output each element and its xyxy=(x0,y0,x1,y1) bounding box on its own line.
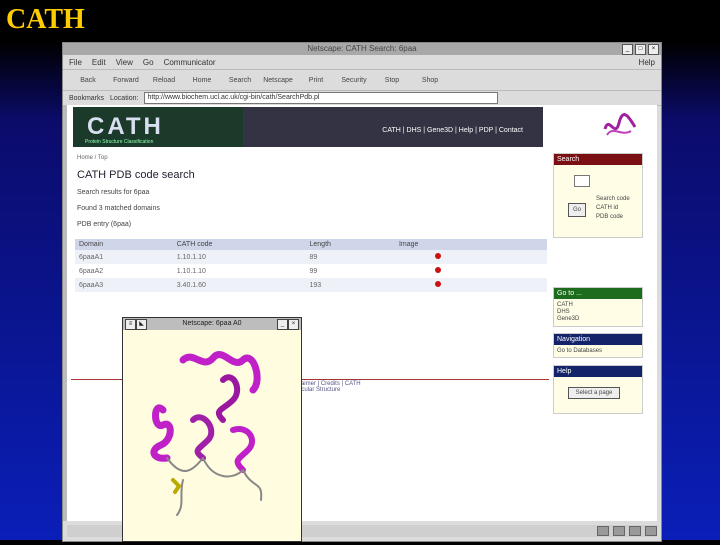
protein-ribbon-image xyxy=(150,351,263,516)
page-heading: CATH PDB code search xyxy=(77,169,195,181)
image-bullet-icon[interactable] xyxy=(434,267,441,273)
netcaster-status-icon[interactable] xyxy=(645,526,657,536)
pdb-entry-link[interactable]: PDB entry (6paa) xyxy=(77,221,131,228)
menu-view[interactable]: View xyxy=(116,58,133,67)
table-header-row: Domain CATH code Length Image xyxy=(75,239,547,250)
search-option[interactable]: CATH id xyxy=(596,204,630,213)
navigation-panel: Navigation Go to Databases xyxy=(553,333,643,358)
home-button[interactable]: Home xyxy=(183,77,221,84)
col-image: Image xyxy=(394,239,547,250)
popup-close-button[interactable]: × xyxy=(288,319,299,330)
results-table: Domain CATH code Length Image 6paaA1 1.1… xyxy=(75,239,547,292)
cath-code-link[interactable]: 3.40.1.60 xyxy=(172,278,306,292)
molecule-viewer-window: ≡ ◣ Netscape: 6paa A0 _ × xyxy=(122,317,302,542)
maximize-button[interactable]: □ xyxy=(635,44,646,55)
molecule-icon xyxy=(603,113,637,136)
popup-title: Netscape: 6paa A0 xyxy=(182,320,242,327)
col-domain: Domain xyxy=(75,239,173,250)
cath-code-link[interactable]: 1.10.1.10 xyxy=(173,264,306,278)
menubar: File Edit View Go Communicator Help xyxy=(63,55,661,70)
search-option[interactable]: Search code xyxy=(596,195,630,204)
popup-minimize-button[interactable]: _ xyxy=(277,319,288,330)
print-button[interactable]: Print xyxy=(297,77,335,84)
search-go-button[interactable]: Go xyxy=(568,203,586,217)
menu-communicator[interactable]: Communicator xyxy=(164,58,216,67)
location-input[interactable]: http://www.biochem.ucl.ac.uk/cgi-bin/cat… xyxy=(144,92,499,104)
menu-edit[interactable]: Edit xyxy=(92,58,106,67)
security-status-icon[interactable] xyxy=(597,526,609,536)
browser-titlebar: Netscape: CATH Search: 6paa _ □ × xyxy=(63,43,661,55)
col-cath-code: CATH code xyxy=(172,239,306,250)
breadcrumb[interactable]: Home / Top xyxy=(77,155,108,161)
popup-menu-button[interactable]: ≡ xyxy=(125,319,136,330)
table-row: 6paaA3 3.40.1.60 193 xyxy=(75,278,547,292)
search-button[interactable]: Search xyxy=(221,77,259,84)
menu-help[interactable]: Help xyxy=(639,58,655,67)
domain-link[interactable]: 6paaA2 xyxy=(75,264,173,278)
cath-subtitle: Protein Structure Classification xyxy=(85,139,154,145)
image-bullet-icon[interactable] xyxy=(434,253,441,259)
menu-file[interactable]: File xyxy=(69,58,82,67)
minimize-button[interactable]: _ xyxy=(622,44,633,55)
stop-button[interactable]: Stop xyxy=(373,77,411,84)
bookmarks-button[interactable]: Bookmarks xyxy=(69,95,104,102)
back-button[interactable]: Back xyxy=(69,77,107,84)
composer-status-icon[interactable] xyxy=(629,526,641,536)
search-input[interactable] xyxy=(574,175,590,187)
netscape-button[interactable]: Netscape xyxy=(259,77,297,84)
help-panel-title: Help xyxy=(554,366,642,377)
location-bar: Bookmarks Location: http://www.biochem.u… xyxy=(63,91,661,106)
image-bullet-icon[interactable] xyxy=(434,281,441,287)
reload-button[interactable]: Reload xyxy=(145,77,183,84)
table-row: 6paaA2 1.10.1.10 99 xyxy=(75,264,547,278)
goto-link[interactable]: CATH xyxy=(557,302,639,309)
domain-link[interactable]: 6paaA3 xyxy=(75,278,173,292)
search-panel: Search Go Search code CATH id PDB code xyxy=(553,153,643,238)
goto-link[interactable]: DHS xyxy=(557,309,639,316)
search-summary: Search results for 6paa xyxy=(77,189,150,196)
domain-link[interactable]: 6paaA1 xyxy=(75,250,173,264)
browser-title: Netscape: CATH Search: 6paa xyxy=(307,44,417,53)
toolbar: Back Forward Reload Home Search Netscape… xyxy=(63,70,661,91)
slide-title: CATH xyxy=(6,4,85,35)
col-length: Length xyxy=(305,239,395,250)
navigation-panel-title: Navigation xyxy=(554,334,642,345)
cath-code-link[interactable]: 1.10.1.10 xyxy=(172,250,306,264)
close-button[interactable]: × xyxy=(648,44,659,55)
search-panel-title: Search xyxy=(554,154,642,165)
forward-button[interactable]: Forward xyxy=(107,77,145,84)
length-cell: 99 xyxy=(309,267,318,275)
found-count: Found 3 matched domains xyxy=(77,205,160,212)
goto-panel: Go to ... CATH DHS Gene3D xyxy=(553,287,643,327)
mail-status-icon[interactable] xyxy=(613,526,625,536)
search-option[interactable]: PDB code xyxy=(596,213,630,222)
shop-button[interactable]: Shop xyxy=(411,77,449,84)
goto-panel-title: Go to ... xyxy=(554,288,642,299)
navigation-link[interactable]: Go to Databases xyxy=(554,345,642,357)
cath-logo: CATH xyxy=(87,113,164,140)
banner-nav[interactable]: CATH | DHS | Gene3D | Help | PDP | Conta… xyxy=(243,107,543,147)
help-select[interactable]: Select a page xyxy=(568,387,620,399)
popup-titlebar: ≡ ◣ Netscape: 6paa A0 _ × xyxy=(123,318,301,330)
menu-go[interactable]: Go xyxy=(143,58,154,67)
length-cell: 193 xyxy=(305,278,395,292)
length-cell: 89 xyxy=(305,250,395,264)
cath-banner: CATH Protein Structure Classification CA… xyxy=(73,107,543,147)
goto-link[interactable]: Gene3D xyxy=(557,316,639,323)
popup-shade-button[interactable]: ◣ xyxy=(136,319,147,330)
security-button[interactable]: Security xyxy=(335,77,373,84)
location-label: Location: xyxy=(110,94,139,102)
table-row: 6paaA1 1.10.1.10 89 xyxy=(75,250,547,264)
help-panel: Help Select a page xyxy=(553,365,643,414)
